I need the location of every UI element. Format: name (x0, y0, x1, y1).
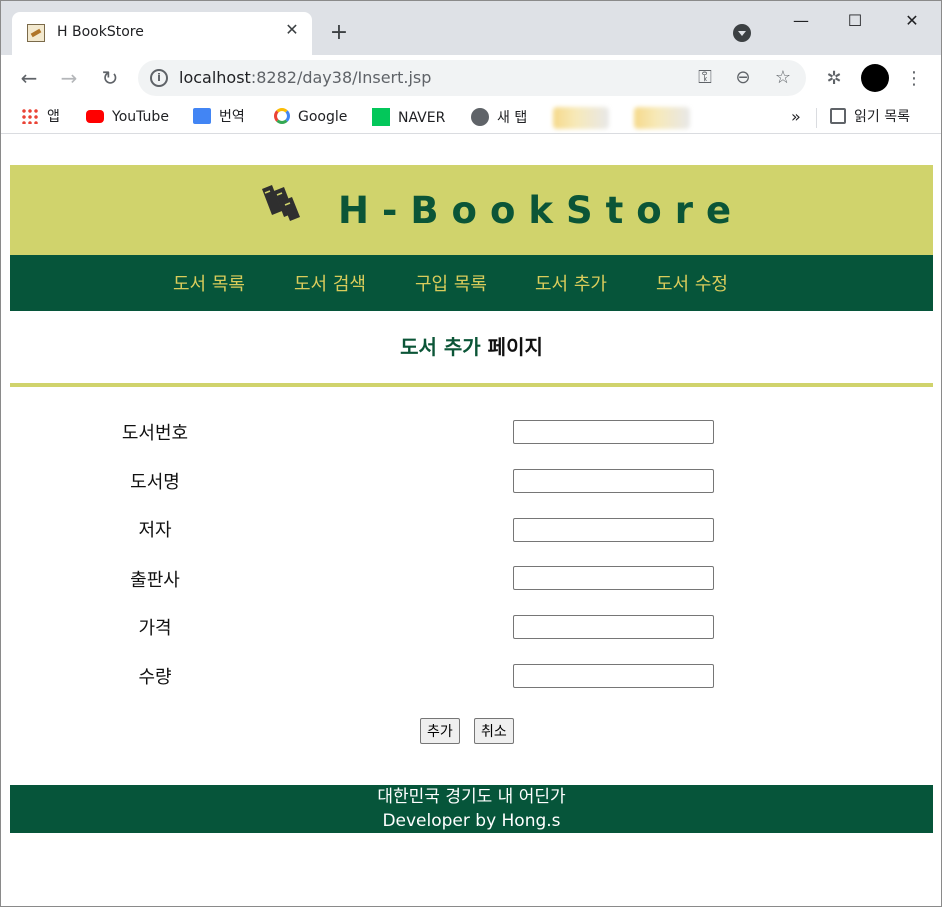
bookmark-new-tab[interactable]: 새 탭 (471, 108, 527, 128)
site-info-icon[interactable]: i (150, 69, 168, 87)
browser-tab[interactable]: H BookStore ✕ (12, 12, 312, 55)
book-name-input[interactable] (513, 469, 714, 493)
bookmark-folder-blurred[interactable] (634, 107, 690, 129)
add-button[interactable]: 추가 (420, 718, 460, 744)
site-footer: 대한민국 경기도 내 어딘가 Developer by Hong.s (10, 785, 933, 833)
naver-icon (372, 108, 390, 126)
maximize-icon[interactable]: ☐ (835, 9, 875, 33)
bookmark-apps[interactable]: 앱 (21, 108, 60, 128)
reload-icon[interactable]: ↻ (97, 65, 123, 91)
bookmark-naver[interactable]: NAVER (372, 108, 445, 128)
cancel-button[interactable]: 취소 (474, 718, 514, 744)
url-text[interactable]: localhost:8282/day38/Insert.jsp (179, 68, 431, 87)
menu-kebab-icon[interactable]: ⋮ (902, 67, 926, 91)
page-title-highlight: 도서 추가 (400, 335, 481, 359)
field-label-quantity: 수량 (138, 667, 172, 688)
page-title: 도서 추가 페이지 (10, 331, 933, 360)
quantity-input[interactable] (513, 664, 714, 688)
zoom-out-icon[interactable]: ⊖ (732, 67, 754, 89)
bookstore-favicon-icon (27, 24, 45, 42)
book-number-input[interactable] (513, 420, 714, 444)
extensions-puzzle-icon[interactable]: ✲ (822, 67, 846, 91)
globe-icon (471, 108, 489, 126)
nav-book-list[interactable]: 도서 목록 (173, 270, 245, 296)
field-label-book-name: 도서명 (130, 472, 180, 493)
price-input[interactable] (513, 615, 714, 639)
key-icon[interactable]: ⚿ (694, 67, 716, 89)
forward-arrow-icon[interactable]: → (56, 65, 82, 91)
author-input[interactable] (513, 518, 714, 542)
translate-icon (193, 108, 211, 124)
footer-developer: Developer by Hong.s (382, 811, 561, 831)
youtube-icon (86, 110, 104, 123)
tab-title: H BookStore (57, 24, 144, 40)
field-label-price: 가격 (138, 618, 172, 639)
address-bar[interactable]: i localhost:8282/day38/Insert.jsp ⚿ ⊖ ☆ (138, 60, 806, 96)
nav-book-search[interactable]: 도서 검색 (294, 270, 366, 296)
book-add-form: 도서번호 도서명 저자 출판사 가격 수량 추가 취소 (10, 387, 933, 785)
site-header: H-BookStore (10, 165, 933, 255)
bookmarks-bar: 앱 YouTube 번역 Google NAVER 새 탭 » 읽기 목록 (1, 100, 941, 134)
publisher-input[interactable] (513, 566, 714, 590)
footer-address: 대한민국 경기도 내 어딘가 (377, 787, 566, 807)
profile-avatar[interactable] (861, 64, 889, 92)
browser-toolbar: ← → ↻ i localhost:8282/day38/Insert.jsp … (1, 55, 941, 100)
browser-window: H BookStore ✕ + — ☐ ✕ ← → ↻ i localhost:… (0, 0, 942, 907)
bookmark-star-icon[interactable]: ☆ (772, 67, 794, 89)
back-arrow-icon[interactable]: ← (16, 65, 42, 91)
field-label-book-number: 도서번호 (121, 423, 189, 444)
nav-purchase-list[interactable]: 구입 목록 (415, 270, 487, 296)
google-icon (274, 108, 290, 124)
site-title: H-BookStore (338, 189, 745, 232)
page-title-area: 도서 추가 페이지 (10, 311, 933, 383)
field-label-author: 저자 (138, 520, 172, 541)
bookmark-translate[interactable]: 번역 (193, 108, 245, 128)
minimize-icon[interactable]: — (781, 9, 821, 33)
web-page: H-BookStore 도서 목록 도서 검색 구입 목록 도서 추가 도서 수… (10, 165, 933, 833)
bookmarks-divider (816, 108, 817, 128)
nav-book-edit[interactable]: 도서 수정 (656, 270, 728, 296)
bookmark-youtube[interactable]: YouTube (86, 108, 169, 128)
bookmark-google[interactable]: Google (274, 108, 347, 128)
new-tab-icon[interactable]: + (327, 21, 351, 45)
close-tab-icon[interactable]: ✕ (282, 20, 302, 40)
field-label-publisher: 출판사 (130, 570, 180, 591)
bookmarks-overflow-button[interactable]: » (791, 108, 801, 128)
site-nav: 도서 목록 도서 검색 구입 목록 도서 추가 도서 수정 (10, 255, 933, 311)
page-title-rest: 페이지 (480, 335, 543, 359)
close-window-icon[interactable]: ✕ (892, 9, 932, 33)
reading-list-button[interactable]: 읽기 목록 (830, 108, 910, 128)
tab-search-icon[interactable] (733, 24, 751, 42)
reading-list-icon (830, 108, 846, 124)
nav-book-add[interactable]: 도서 추가 (535, 270, 607, 296)
bookmark-folder-blurred[interactable] (553, 107, 609, 129)
tab-strip: H BookStore ✕ + — ☐ ✕ (1, 1, 941, 55)
books-icon (262, 185, 300, 221)
apps-grid-icon (21, 108, 39, 124)
